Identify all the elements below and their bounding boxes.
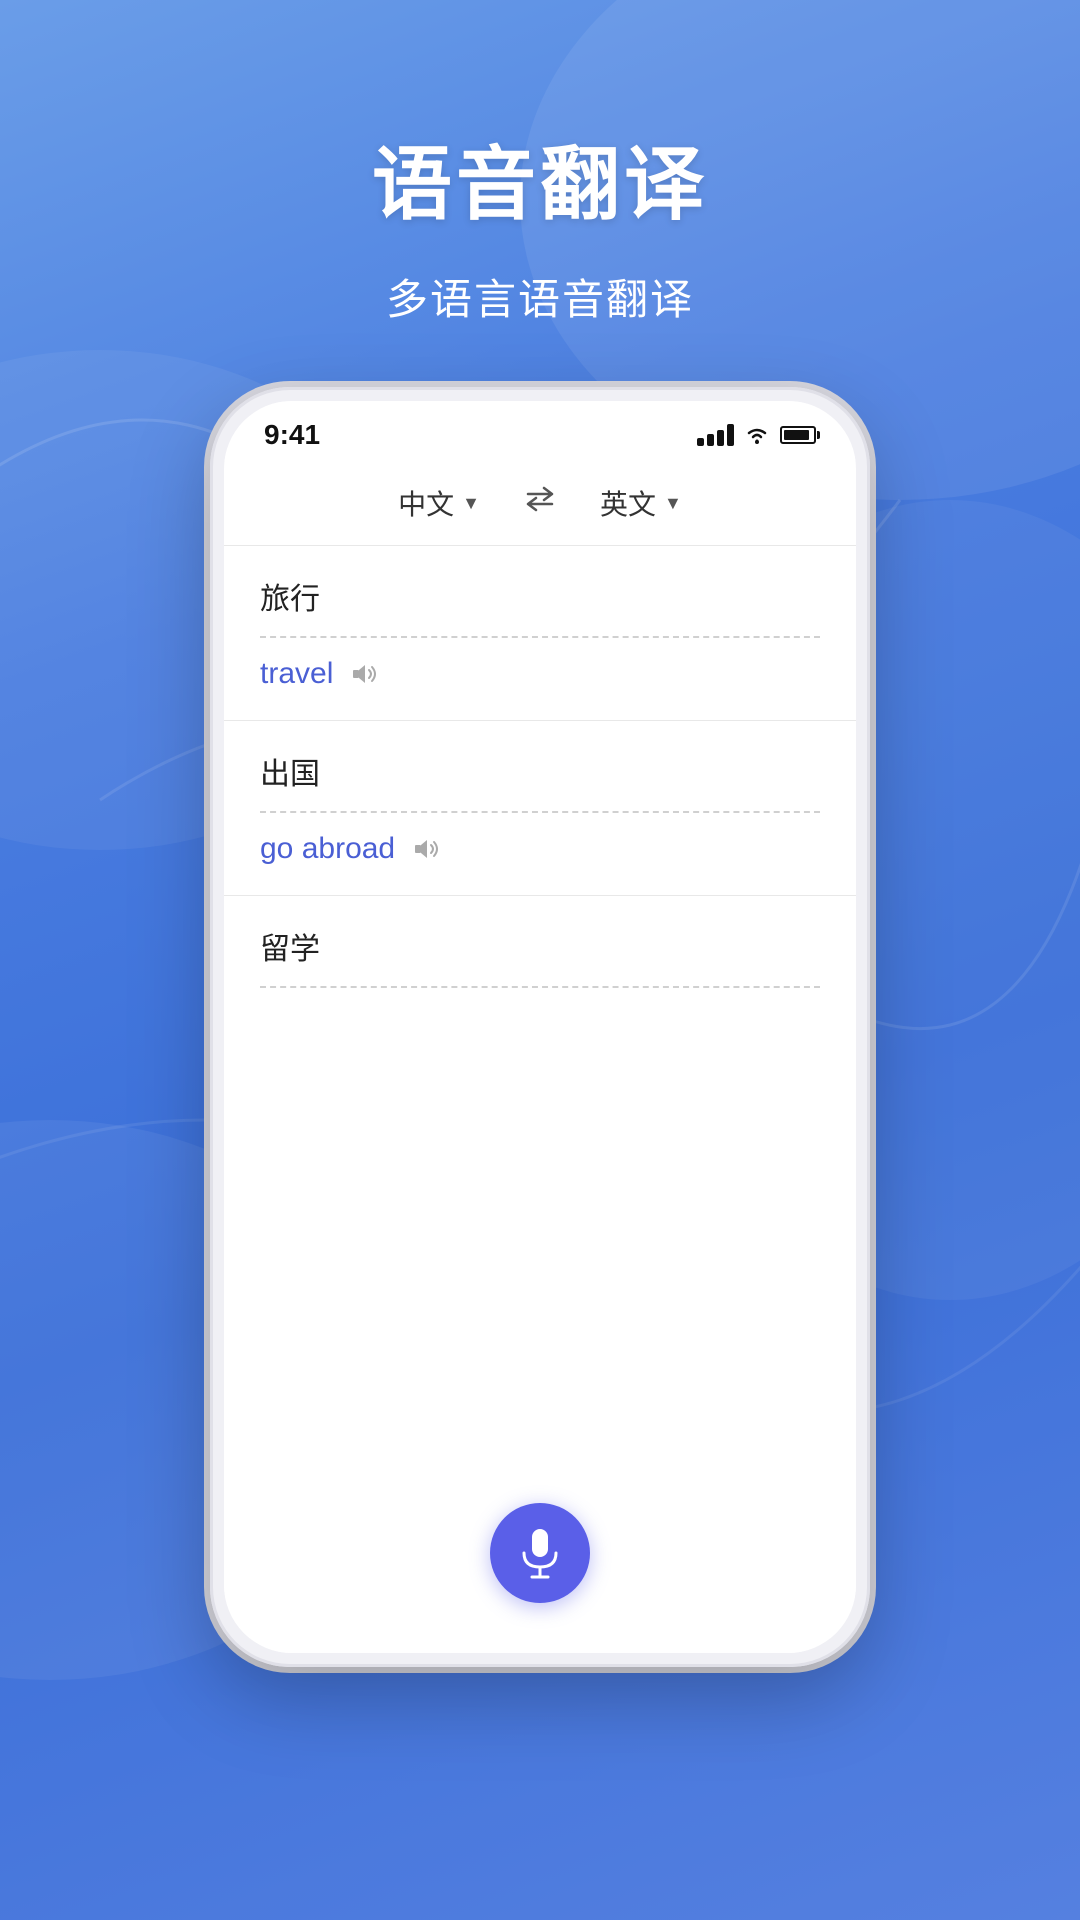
divider-3 — [260, 986, 820, 988]
speaker-btn-2[interactable] — [411, 831, 447, 867]
source-text-3: 留学 — [260, 924, 820, 968]
target-lang-label: 英文 — [600, 483, 656, 523]
signal-icon — [697, 424, 734, 446]
status-time: 9:41 — [264, 419, 320, 451]
phone-mockup: 9:41 中文 ▼ — [210, 387, 870, 1667]
divider-2 — [260, 811, 820, 813]
translated-text-2: go abroad — [260, 832, 395, 866]
header-area: 语音翻译 多语言语音翻译 — [0, 0, 1080, 327]
translation-row-1: travel — [260, 656, 820, 692]
source-lang-btn[interactable]: 中文 ▼ — [378, 477, 500, 529]
translation-item: 旅行 travel — [224, 546, 856, 721]
status-icons — [697, 424, 816, 446]
empty-area — [224, 1010, 856, 1474]
app-title: 语音翻译 — [0, 120, 1080, 236]
mic-icon — [516, 1527, 564, 1579]
app-subtitle: 多语言语音翻译 — [0, 266, 1080, 327]
source-text-1: 旅行 — [260, 574, 820, 618]
target-lang-arrow: ▼ — [664, 493, 682, 514]
wifi-icon — [744, 425, 770, 445]
source-lang-arrow: ▼ — [462, 493, 480, 514]
translation-item: 出国 go abroad — [224, 721, 856, 896]
divider-1 — [260, 636, 820, 638]
mic-button[interactable] — [490, 1503, 590, 1603]
battery-icon — [780, 426, 816, 444]
swap-icon — [520, 484, 560, 514]
mic-area — [224, 1473, 856, 1653]
source-lang-label: 中文 — [398, 483, 454, 523]
translation-list: 旅行 travel 出国 — [224, 546, 856, 1010]
speaker-btn-1[interactable] — [349, 656, 385, 692]
translation-row-2: go abroad — [260, 831, 820, 867]
translated-text-1: travel — [260, 657, 333, 691]
target-lang-btn[interactable]: 英文 ▼ — [580, 477, 702, 529]
lang-bar: 中文 ▼ 英文 ▼ — [224, 461, 856, 546]
phone-screen: 9:41 中文 ▼ — [224, 401, 856, 1653]
translation-item: 留学 studying abroad — [224, 896, 856, 1010]
status-bar: 9:41 — [224, 401, 856, 461]
source-text-2: 出国 — [260, 749, 820, 793]
swap-lang-btn[interactable] — [500, 484, 580, 522]
